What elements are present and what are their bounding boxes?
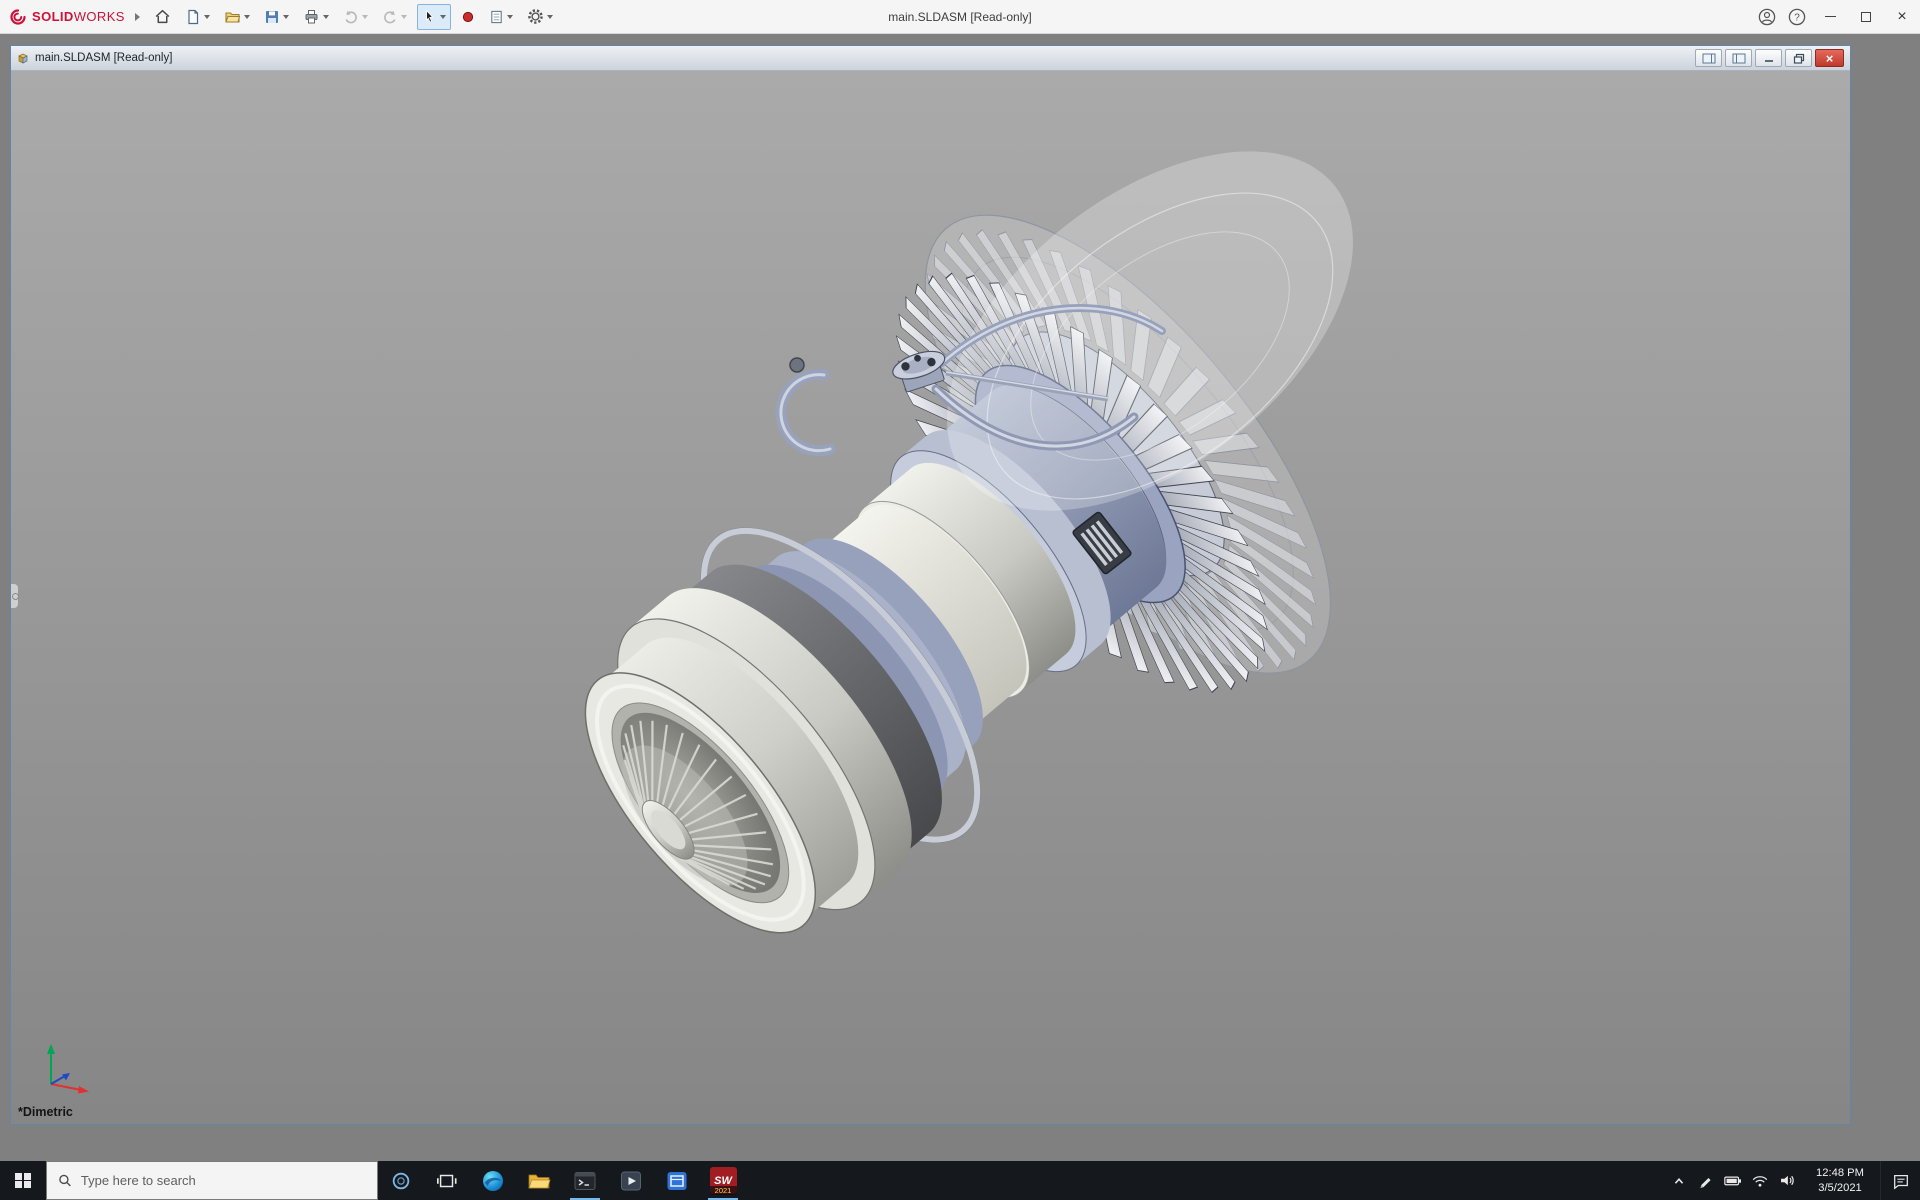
volume-icon[interactable] <box>1773 1161 1800 1200</box>
pen-icon[interactable] <box>1692 1161 1719 1200</box>
save-dropdown-caret[interactable] <box>283 15 289 19</box>
save-button[interactable] <box>260 4 293 30</box>
document-window: main.SLDASM [Read-only] × <box>10 45 1851 1125</box>
redo-button[interactable] <box>378 4 411 30</box>
app-window-title: main.SLDASM [Read-only] <box>888 0 1031 34</box>
quick-access-toolbar <box>150 4 557 30</box>
clock-date: 3/5/2021 <box>1800 1181 1880 1196</box>
account-icon[interactable] <box>1752 0 1782 34</box>
edge-icon <box>481 1169 505 1193</box>
file-explorer-icon <box>527 1169 551 1193</box>
doc-restore-button[interactable] <box>1785 49 1812 67</box>
app-titlebar: SOLIDWORKS <box>0 0 1920 34</box>
windows-logo-icon <box>15 1173 31 1189</box>
window-app-icon <box>665 1169 689 1193</box>
document-title: main.SLDASM [Read-only] <box>35 52 172 64</box>
doc-minimize-button[interactable] <box>1755 49 1782 67</box>
solidworks-logo: SOLIDWORKS <box>0 7 131 27</box>
feature-pane-collapse-tab[interactable] <box>11 583 19 609</box>
document-titlebar[interactable]: main.SLDASM [Read-only] × <box>11 46 1850 71</box>
open-button[interactable] <box>220 4 254 30</box>
taskbar: SW 2021 12:48 PM 3/5/2021 <box>0 1161 1920 1200</box>
solidworks-app-button[interactable]: SW 2021 <box>700 1161 746 1200</box>
view-orientation-label: *Dimetric <box>18 1105 73 1119</box>
terminal-app-icon <box>573 1169 597 1193</box>
notification-icon <box>1892 1172 1910 1190</box>
redo-dropdown-caret[interactable] <box>401 15 407 19</box>
desktop: SOLIDWORKS <box>0 0 1920 1200</box>
print-button[interactable] <box>299 4 333 30</box>
assembly-icon <box>15 51 30 65</box>
brand-text: SOLIDWORKS <box>32 9 125 24</box>
edge-browser-button[interactable] <box>470 1161 516 1200</box>
taskbar-clock[interactable]: 12:48 PM 3/5/2021 <box>1800 1166 1880 1195</box>
solidworks-app-icon: SW 2021 <box>710 1167 737 1194</box>
undo-button[interactable] <box>339 4 372 30</box>
minimize-button[interactable] <box>1812 0 1848 34</box>
help-icon[interactable]: ? <box>1782 0 1812 34</box>
cortana-button[interactable] <box>378 1161 424 1200</box>
select-tool-button[interactable] <box>417 4 451 30</box>
print-dropdown-caret[interactable] <box>323 15 329 19</box>
macro-record-button[interactable] <box>457 4 479 30</box>
maximize-button[interactable] <box>1848 0 1884 34</box>
orientation-triad <box>35 1038 97 1094</box>
close-button[interactable]: × <box>1884 0 1920 34</box>
doc-close-button[interactable]: × <box>1815 49 1844 67</box>
select-dropdown-caret[interactable] <box>440 15 446 19</box>
task-view-icon <box>436 1170 458 1192</box>
action-center-button[interactable] <box>1880 1161 1920 1200</box>
options-dropdown-caret[interactable] <box>547 15 553 19</box>
open-dropdown-caret[interactable] <box>244 15 250 19</box>
file-explorer-button[interactable] <box>516 1161 562 1200</box>
pane-right-icon[interactable] <box>1725 49 1752 67</box>
hidden-icons-chevron[interactable] <box>1665 1161 1692 1200</box>
ds-swirl-icon <box>8 7 28 27</box>
properties-sheet-button[interactable] <box>485 4 517 30</box>
caption-controls: ? × <box>1752 0 1920 34</box>
search-icon <box>58 1173 72 1188</box>
window-app-button[interactable] <box>654 1161 700 1200</box>
battery-icon[interactable] <box>1719 1161 1746 1200</box>
start-button[interactable] <box>0 1161 46 1200</box>
cortana-icon <box>390 1170 412 1192</box>
document-window-controls: × <box>1695 49 1846 67</box>
graphics-viewport[interactable]: *Dimetric <box>11 71 1850 1124</box>
home-button[interactable] <box>150 4 175 30</box>
c-bracket <box>781 358 830 451</box>
properties-dropdown-caret[interactable] <box>507 15 513 19</box>
search-input[interactable] <box>81 1173 366 1188</box>
network-icon[interactable] <box>1746 1161 1773 1200</box>
terminal-app-button[interactable] <box>562 1161 608 1200</box>
new-dropdown-caret[interactable] <box>204 15 210 19</box>
y-axis-arrow <box>47 1044 55 1054</box>
clock-time: 12:48 PM <box>1800 1166 1880 1181</box>
menu-expander-arrow[interactable] <box>135 13 140 21</box>
task-view-button[interactable] <box>424 1161 470 1200</box>
engine-model-canvas[interactable] <box>11 71 1850 1124</box>
svg-text:?: ? <box>1794 12 1800 23</box>
pane-left-icon[interactable] <box>1695 49 1722 67</box>
new-document-button[interactable] <box>181 4 214 30</box>
media-app-button[interactable] <box>608 1161 654 1200</box>
x-axis-arrow <box>78 1086 89 1094</box>
undo-dropdown-caret[interactable] <box>362 15 368 19</box>
media-app-icon <box>619 1169 643 1193</box>
options-gear-button[interactable] <box>523 4 557 30</box>
system-tray: 12:48 PM 3/5/2021 <box>1665 1161 1920 1200</box>
taskbar-search[interactable] <box>46 1161 378 1200</box>
